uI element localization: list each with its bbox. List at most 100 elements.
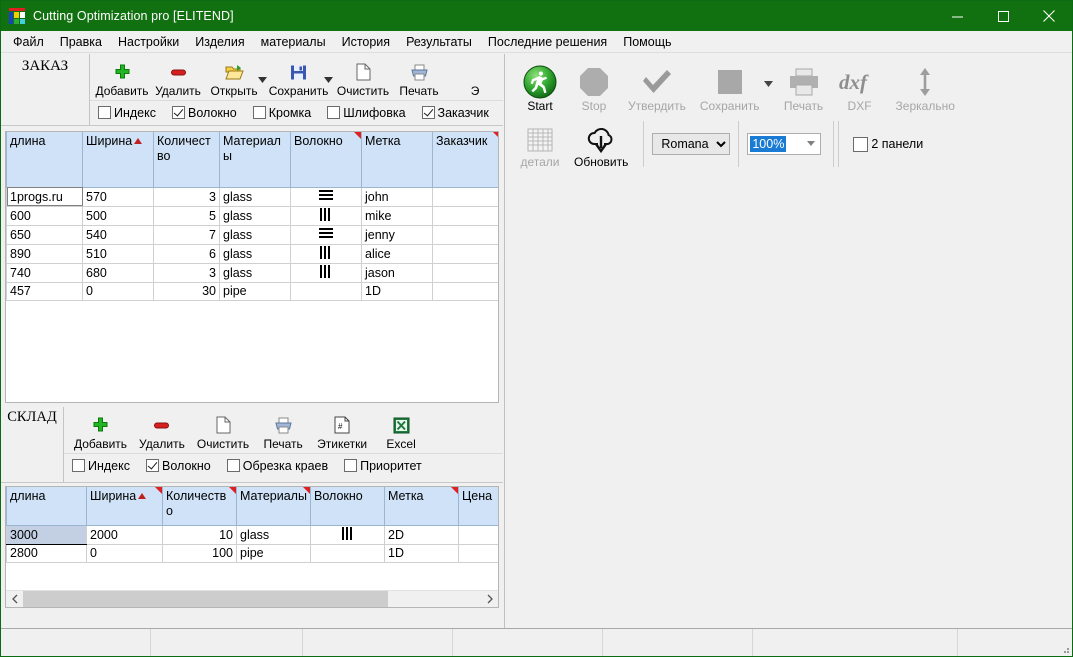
order-delete-button[interactable]: Удалить [150, 54, 206, 100]
cell-quantity[interactable]: 30 [153, 282, 220, 301]
scrollbar-track[interactable] [23, 590, 481, 607]
cell-customer[interactable] [432, 263, 498, 283]
stock-checkbox-fiber[interactable]: Волокно [146, 459, 211, 473]
dxf-button[interactable]: dxf DXF [831, 54, 889, 116]
cell-price[interactable] [458, 525, 498, 545]
stock-col-length[interactable]: длина [6, 487, 87, 526]
cell-mark[interactable]: 1D [361, 282, 433, 301]
stock-col-price[interactable]: Цена [458, 487, 498, 526]
stock-print-button[interactable]: Печать [255, 407, 311, 453]
order-col-length[interactable]: длина [6, 132, 83, 188]
menu-item-products[interactable]: Изделия [187, 32, 252, 52]
cell-quantity[interactable]: 5 [153, 206, 220, 226]
stock-labels-button[interactable]: # Этикетки [311, 407, 373, 453]
table-row[interactable]: 1progs.ru 570 3 glass john [6, 187, 498, 207]
cell-length[interactable]: 890 [6, 244, 83, 264]
cell-width[interactable]: 540 [82, 225, 154, 245]
cell-material[interactable]: glass [219, 244, 291, 264]
zoom-select[interactable]: 100% [747, 133, 822, 155]
cell-length[interactable]: 457 [6, 282, 83, 301]
order-open-dropdown-arrow[interactable] [258, 54, 268, 99]
menu-item-help[interactable]: Помощь [615, 32, 679, 52]
order-checkbox-customer[interactable]: Заказчик [421, 106, 489, 120]
cell-quantity[interactable]: 3 [153, 263, 220, 283]
cell-width[interactable]: 0 [82, 282, 154, 301]
font-select[interactable]: Romana [652, 133, 731, 155]
chevron-right-icon[interactable] [481, 591, 498, 608]
details-button[interactable]: детали [513, 116, 567, 172]
order-col-width[interactable]: Ширина [82, 132, 154, 188]
chevron-left-icon[interactable] [6, 591, 23, 608]
cell-length[interactable]: 2800 [6, 544, 87, 563]
cell-quantity[interactable]: 7 [153, 225, 220, 245]
refresh-button[interactable]: Обновить [567, 116, 635, 172]
cell-quantity[interactable]: 100 [162, 544, 237, 563]
cell-material[interactable]: glass [219, 187, 291, 207]
cell-quantity[interactable]: 3 [153, 187, 220, 207]
order-col-materials[interactable]: Материалы [219, 132, 291, 188]
order-grid[interactable]: длина Ширина Количество Материалы Волокн… [5, 131, 499, 403]
order-save-button[interactable]: Сохранить [269, 54, 328, 100]
cell-width[interactable]: 500 [82, 206, 154, 226]
cell-customer[interactable] [432, 244, 498, 264]
cell-fiber[interactable] [310, 544, 385, 563]
order-add-button[interactable]: Добавить [94, 54, 150, 100]
stock-checkbox-index[interactable]: Индекс [72, 459, 130, 473]
approve-button[interactable]: Утвердить [621, 54, 693, 116]
menu-item-history[interactable]: История [334, 32, 398, 52]
menu-item-materials[interactable]: материалы [253, 32, 334, 52]
cell-fiber[interactable] [290, 263, 362, 283]
cell-length[interactable]: 1progs.ru [6, 187, 83, 207]
cell-material[interactable]: glass [219, 263, 291, 283]
stock-col-mark[interactable]: Метка [384, 487, 459, 526]
close-button[interactable] [1026, 1, 1072, 31]
start-button[interactable]: Start [513, 54, 567, 116]
two-panels-checkbox[interactable]: 2 панели [853, 136, 923, 152]
cell-mark[interactable]: mike [361, 206, 433, 226]
order-col-customer[interactable]: Заказчик [432, 132, 498, 188]
cell-mark[interactable]: jenny [361, 225, 433, 245]
table-row[interactable]: 3000 2000 10 glass 2D [6, 524, 498, 545]
table-row[interactable]: 890 510 6 glass alice [6, 244, 498, 264]
table-row[interactable]: 457 0 30 pipe 1D [6, 282, 498, 301]
cell-fiber[interactable] [290, 282, 362, 301]
order-col-quantity[interactable]: Количество [153, 132, 220, 188]
menu-item-edit[interactable]: Правка [52, 32, 110, 52]
cell-price[interactable] [458, 544, 498, 563]
stock-excel-button[interactable]: Excel [373, 407, 429, 453]
stock-checkbox-priority[interactable]: Приоритет [344, 459, 422, 473]
maximize-button[interactable] [980, 1, 1026, 31]
results-save-dropdown-arrow[interactable] [763, 53, 775, 115]
order-checkbox-grinding[interactable]: Шлифовка [327, 106, 406, 120]
cell-customer[interactable] [432, 206, 498, 226]
stock-col-width[interactable]: Ширина [86, 487, 163, 526]
cell-width[interactable]: 680 [82, 263, 154, 283]
menu-item-results[interactable]: Результаты [398, 32, 480, 52]
cell-length[interactable]: 740 [6, 263, 83, 283]
table-row[interactable]: 650 540 7 glass jenny [6, 225, 498, 245]
cell-mark[interactable]: 1D [384, 544, 459, 563]
stock-col-fiber[interactable]: Волокно [310, 487, 385, 526]
order-checkbox-edge[interactable]: Кромка [252, 106, 311, 120]
cell-fiber[interactable] [290, 225, 362, 245]
cell-material[interactable]: glass [219, 206, 291, 226]
stock-col-quantity[interactable]: Количество [162, 487, 237, 526]
cell-quantity[interactable]: 6 [153, 244, 220, 264]
cell-mark[interactable]: john [361, 187, 433, 207]
order-excel-button[interactable]: Э [447, 54, 503, 100]
cell-quantity[interactable]: 10 [162, 525, 237, 545]
resize-grip-icon[interactable] [1060, 644, 1070, 654]
stock-clear-button[interactable]: Очистить [191, 407, 255, 453]
cell-mark[interactable]: 2D [384, 525, 459, 545]
cell-customer[interactable] [432, 282, 498, 301]
order-clear-button[interactable]: Очистить [335, 54, 391, 100]
cell-width[interactable]: 0 [86, 544, 163, 563]
stock-grid[interactable]: длина Ширина Количество Материалы Волокн… [5, 486, 499, 608]
minimize-button[interactable] [934, 1, 980, 31]
menu-item-recent-solutions[interactable]: Последние решения [480, 32, 615, 52]
menu-item-file[interactable]: Файл [5, 32, 52, 52]
stock-delete-button[interactable]: Удалить [133, 407, 191, 453]
table-row[interactable]: 600 500 5 glass mike [6, 206, 498, 226]
cell-material[interactable]: glass [236, 525, 311, 545]
menu-item-settings[interactable]: Настройки [110, 32, 187, 52]
